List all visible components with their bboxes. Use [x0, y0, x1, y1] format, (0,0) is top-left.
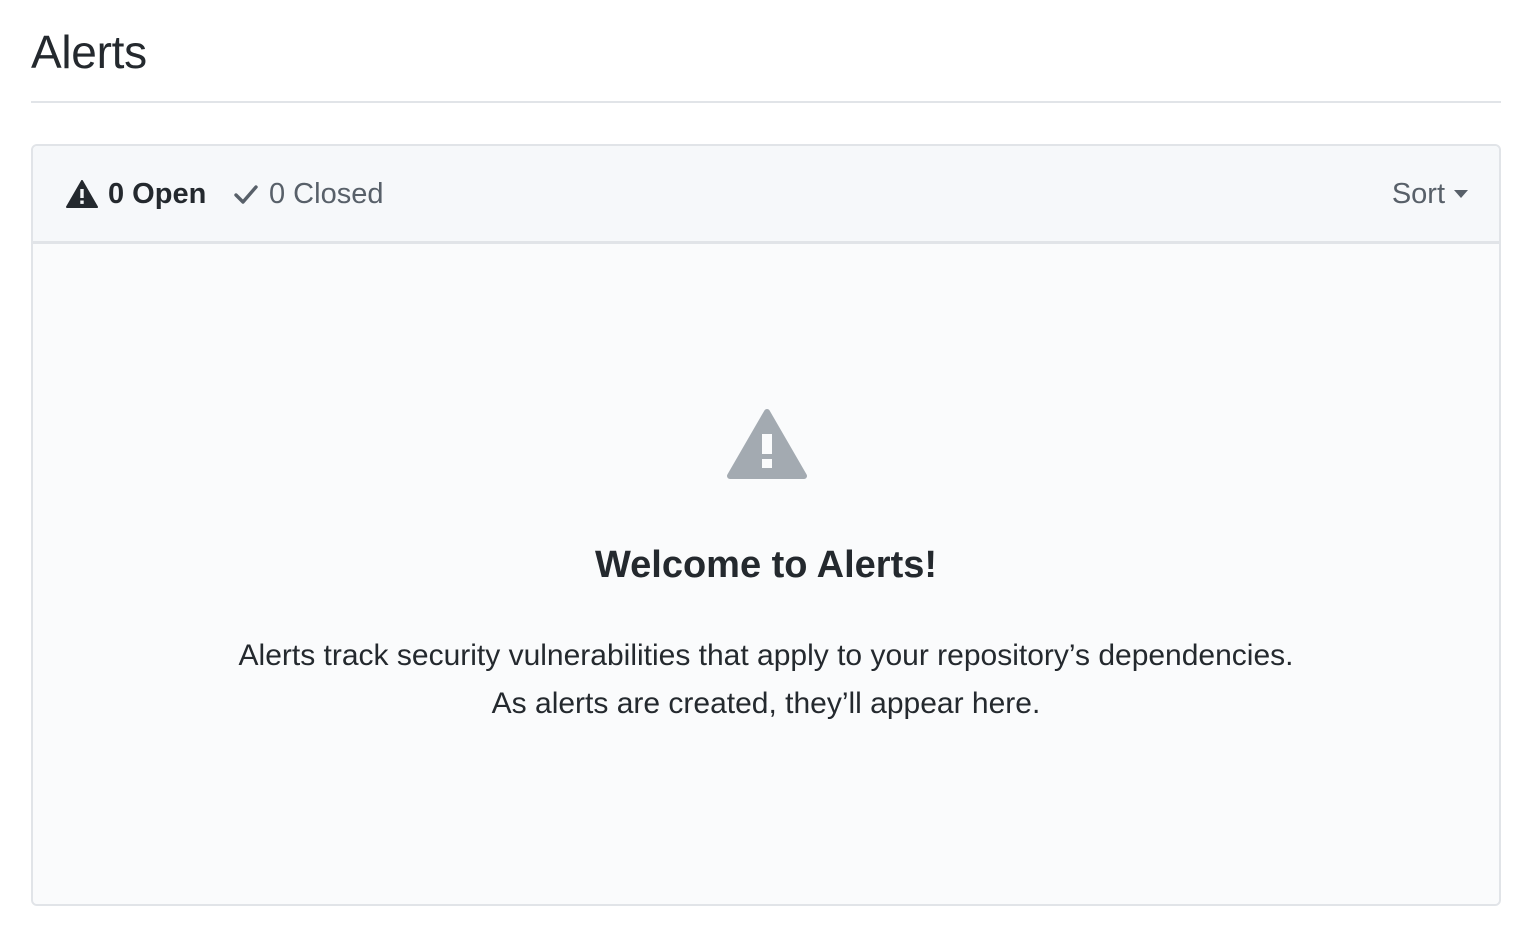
alert-icon [726, 408, 808, 485]
alert-icon [66, 180, 98, 208]
tab-closed-label: 0 Closed [269, 177, 384, 210]
alerts-panel-header: 0 Open 0 Closed Sort [33, 146, 1499, 244]
tab-closed[interactable]: 0 Closed [233, 146, 383, 242]
blankslate-description: Alerts track security vulnerabilities th… [33, 632, 1499, 728]
sort-dropdown[interactable]: Sort [1392, 146, 1469, 242]
page-header: Alerts [31, 0, 1501, 103]
blankslate-title: Welcome to Alerts! [594, 544, 938, 586]
blankslate-line-1: Alerts track security vulnerabilities th… [238, 639, 1294, 672]
blankslate: Welcome to Alerts! Alerts track security… [33, 244, 1499, 904]
sort-label: Sort [1391, 177, 1445, 210]
alerts-panel: 0 Open 0 Closed Sort Welcome to Alerts! … [31, 144, 1501, 906]
tab-open[interactable]: 0 Open [66, 146, 206, 242]
check-icon [233, 183, 259, 205]
blankslate-line-2: As alerts are created, they’ll appear he… [491, 687, 1041, 720]
page-title: Alerts [31, 26, 147, 78]
caret-down-icon [1453, 189, 1469, 199]
tab-open-label: 0 Open [108, 177, 207, 210]
